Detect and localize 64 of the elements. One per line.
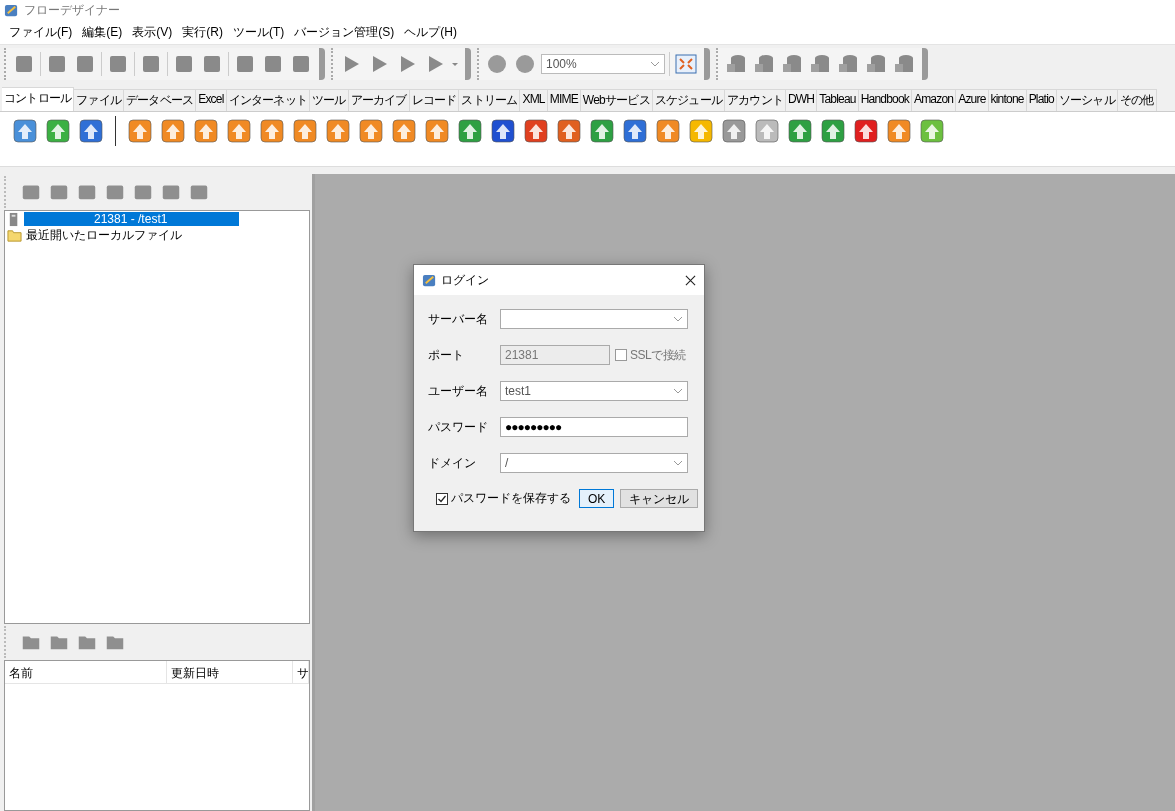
palette-tab[interactable]: Excel	[196, 89, 227, 111]
password-field[interactable]: ●●●●●●●●●	[500, 417, 688, 437]
menu-item[interactable]: ヘルプ(H)	[399, 23, 462, 41]
palette-tab[interactable]: kintone	[988, 89, 1027, 111]
combo-field[interactable]	[500, 309, 688, 329]
palette-tab[interactable]: インターネット	[226, 89, 310, 111]
menu-item[interactable]: 表示(V)	[127, 23, 178, 41]
palette-tab[interactable]: レコード	[409, 89, 460, 111]
palette-tab[interactable]: Platio	[1026, 89, 1057, 111]
dialog-button[interactable]: キャンセル	[620, 489, 699, 508]
field-label: パスワード	[428, 418, 489, 436]
chevron-down-icon	[673, 388, 683, 394]
palette-tab[interactable]: Azure	[956, 89, 989, 111]
palette-tab[interactable]: Amazon	[911, 89, 957, 111]
palette-tab[interactable]: アカウント	[724, 89, 786, 111]
palette-tab[interactable]: データベース	[124, 89, 197, 111]
close-icon[interactable]	[685, 274, 696, 286]
dialog-button[interactable]: OK	[579, 489, 615, 508]
chevron-down-icon	[673, 316, 683, 322]
menu-item[interactable]: 編集(E)	[77, 23, 128, 41]
palette-tab[interactable]: スケジュール	[652, 89, 725, 111]
upload-icon[interactable]	[851, 116, 881, 146]
checkbox[interactable]	[436, 492, 448, 505]
field-label: ユーザー名	[428, 382, 489, 400]
column-header[interactable]: 名前	[5, 661, 167, 683]
palette-tab[interactable]: Handbook	[858, 89, 912, 111]
menu-item[interactable]: ツール(T)	[228, 23, 290, 41]
app-icon	[422, 272, 437, 288]
tree-item[interactable]: 最近開いたローカルファイル	[24, 226, 184, 244]
dialog-title: ログイン	[441, 271, 490, 289]
palette-tab[interactable]: Webサービス	[580, 89, 653, 111]
palette-tab[interactable]: DWH	[785, 89, 818, 111]
zoom-dropdown[interactable]: 100%	[541, 54, 665, 74]
field-label: ポート	[428, 346, 465, 364]
menu-item[interactable]: バージョン管理(S)	[289, 23, 400, 41]
palette-tab[interactable]: ソーシャル	[1056, 89, 1118, 111]
palette-tab[interactable]: ファイル	[74, 89, 124, 111]
checkbox-label: SSLで接続	[630, 346, 686, 364]
app-icon	[4, 2, 19, 18]
combo-field[interactable]: test1	[500, 381, 688, 401]
palette-tab[interactable]: ストリーム	[459, 89, 521, 111]
chevron-down-icon	[673, 460, 683, 466]
checkbox[interactable]	[615, 349, 627, 361]
palette-tab[interactable]: アーカイブ	[348, 89, 410, 111]
window-title: フローデザイナー	[24, 1, 120, 19]
palette-tab[interactable]: Tableau	[817, 89, 859, 111]
palette-tab[interactable]: XML	[520, 89, 548, 111]
palette-tab[interactable]: ツール	[310, 89, 349, 111]
column-header[interactable]: 更新日時	[167, 661, 293, 683]
palette-tab[interactable]: その他	[1117, 89, 1157, 111]
fit-screen-icon[interactable]	[674, 52, 698, 76]
upload-icon[interactable]	[917, 116, 947, 146]
tree-item[interactable]: 21381 - /test1	[24, 212, 240, 226]
combo-field[interactable]: /	[500, 453, 688, 473]
menu-item[interactable]: 実行(R)	[177, 23, 228, 41]
palette-tab[interactable]: コントロール	[2, 87, 75, 111]
checkbox-label: パスワードを保存する	[451, 490, 571, 507]
field-label: サーバー名	[428, 310, 489, 328]
menu-item[interactable]: ファイル(F)	[4, 23, 78, 41]
column-header[interactable]: サ	[293, 661, 309, 683]
caret-icon[interactable]	[451, 60, 459, 68]
field-label: ドメイン	[428, 454, 477, 472]
chevron-down-icon	[650, 61, 660, 67]
palette-tab[interactable]: MIME	[547, 89, 581, 111]
